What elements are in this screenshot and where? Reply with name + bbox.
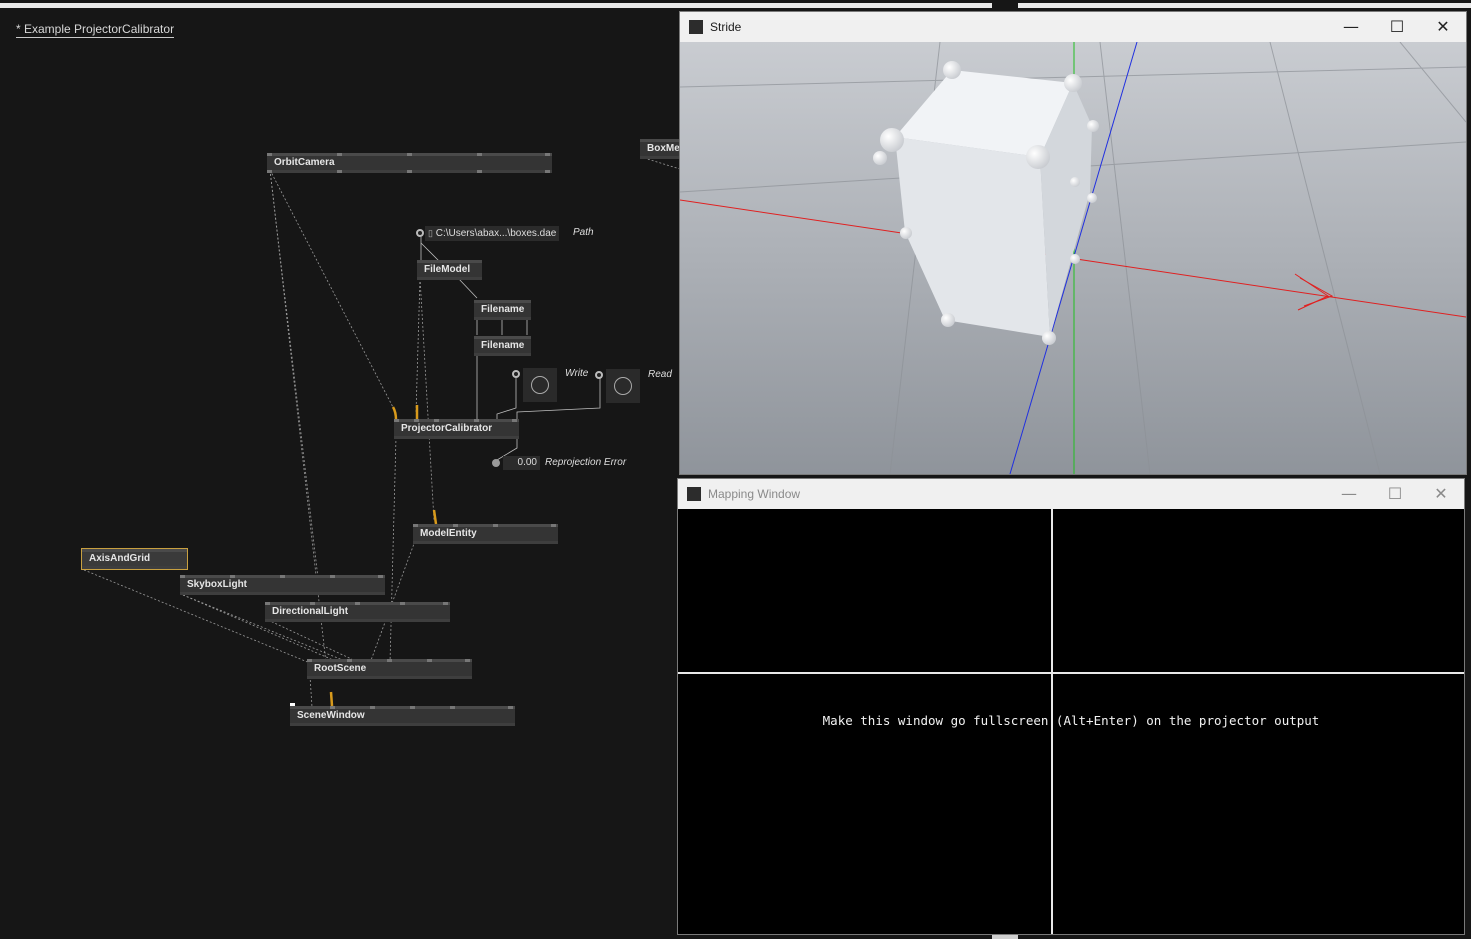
scene-render	[680, 42, 1466, 474]
mapping-titlebar[interactable]: Mapping Window — ☐ ✕	[678, 479, 1464, 509]
minimize-button[interactable]: —	[1326, 479, 1372, 509]
node-axis-and-grid[interactable]: AxisAndGrid	[81, 548, 188, 570]
mapping-output[interactable]: Make this window go fullscreen (Alt+Ente…	[678, 509, 1464, 934]
scroll-stub	[992, 935, 1018, 939]
node-label: SceneWindow	[297, 710, 365, 721]
mapping-window[interactable]: Mapping Window — ☐ ✕ Make this window go…	[677, 478, 1465, 935]
read-input-pin[interactable]	[595, 371, 603, 379]
path-input-pin[interactable]	[416, 229, 424, 237]
node-label: DirectionalLight	[272, 606, 349, 617]
stride-window[interactable]: Stride — ☐ ✕	[679, 11, 1467, 475]
node-skybox-light[interactable]: SkyboxLight	[180, 575, 385, 595]
path-label: Path	[573, 227, 594, 238]
stride-titlebar[interactable]: Stride — ☐ ✕	[680, 12, 1466, 42]
node-projector-calibrator[interactable]: ProjectorCalibrator	[394, 419, 519, 439]
close-button[interactable]: ✕	[1418, 479, 1464, 509]
read-label: Read	[648, 369, 672, 380]
write-bang-button[interactable]	[523, 368, 557, 402]
node-label: FileModel	[424, 264, 471, 275]
node-label: AxisAndGrid	[89, 553, 151, 564]
node-label: ProjectorCalibrator	[401, 423, 493, 434]
reprojection-value[interactable]: 0.00	[503, 456, 540, 470]
node-file-model[interactable]: FileModel	[417, 260, 482, 280]
app-icon	[689, 20, 703, 34]
node-directional-light[interactable]: DirectionalLight	[265, 602, 450, 622]
node-filename-2[interactable]: Filename	[474, 336, 531, 356]
patch-links	[83, 157, 680, 708]
node-label: OrbitCamera	[274, 157, 335, 168]
path-iobox[interactable]: ▯ C:\Users\abax...\boxes.dae	[425, 226, 560, 241]
stride-window-title: Stride	[710, 20, 742, 34]
crosshair-horizontal	[678, 672, 1464, 674]
write-label: Write	[565, 368, 589, 379]
mapping-instructions: Make this window go fullscreen (Alt+Ente…	[822, 713, 1320, 728]
reprojection-pin	[492, 459, 500, 467]
top-strip-right	[1018, 3, 1471, 8]
node-label: SkyboxLight	[187, 579, 248, 590]
node-label: Filename	[481, 304, 525, 315]
minimize-button[interactable]: —	[1328, 12, 1374, 42]
node-filename-1[interactable]: Filename	[474, 300, 531, 320]
node-label: ModelEntity	[420, 528, 477, 539]
read-bang-button[interactable]	[606, 369, 640, 403]
stride-3d-viewport[interactable]	[680, 42, 1466, 474]
node-scene-window[interactable]: SceneWindow	[290, 706, 515, 726]
write-input-pin[interactable]	[512, 370, 520, 378]
close-button[interactable]: ✕	[1420, 12, 1466, 42]
mapping-window-title: Mapping Window	[708, 487, 801, 501]
node-orbit-camera[interactable]: OrbitCamera	[267, 153, 552, 173]
reprojection-label: Reprojection Error	[545, 457, 627, 468]
node-root-scene[interactable]: RootScene	[307, 659, 472, 679]
maximize-button[interactable]: ☐	[1374, 12, 1420, 42]
file-icon: ▯	[428, 228, 433, 238]
app-icon	[687, 487, 701, 501]
maximize-button[interactable]: ☐	[1372, 479, 1418, 509]
path-value: C:\Users\abax...\boxes.dae	[435, 228, 557, 239]
node-box-mesh[interactable]: BoxMe	[640, 139, 682, 159]
node-model-entity[interactable]: ModelEntity	[413, 524, 558, 544]
node-label: BoxMe	[647, 143, 680, 154]
node-label: RootScene	[314, 663, 367, 674]
node-label: Filename	[481, 340, 525, 351]
